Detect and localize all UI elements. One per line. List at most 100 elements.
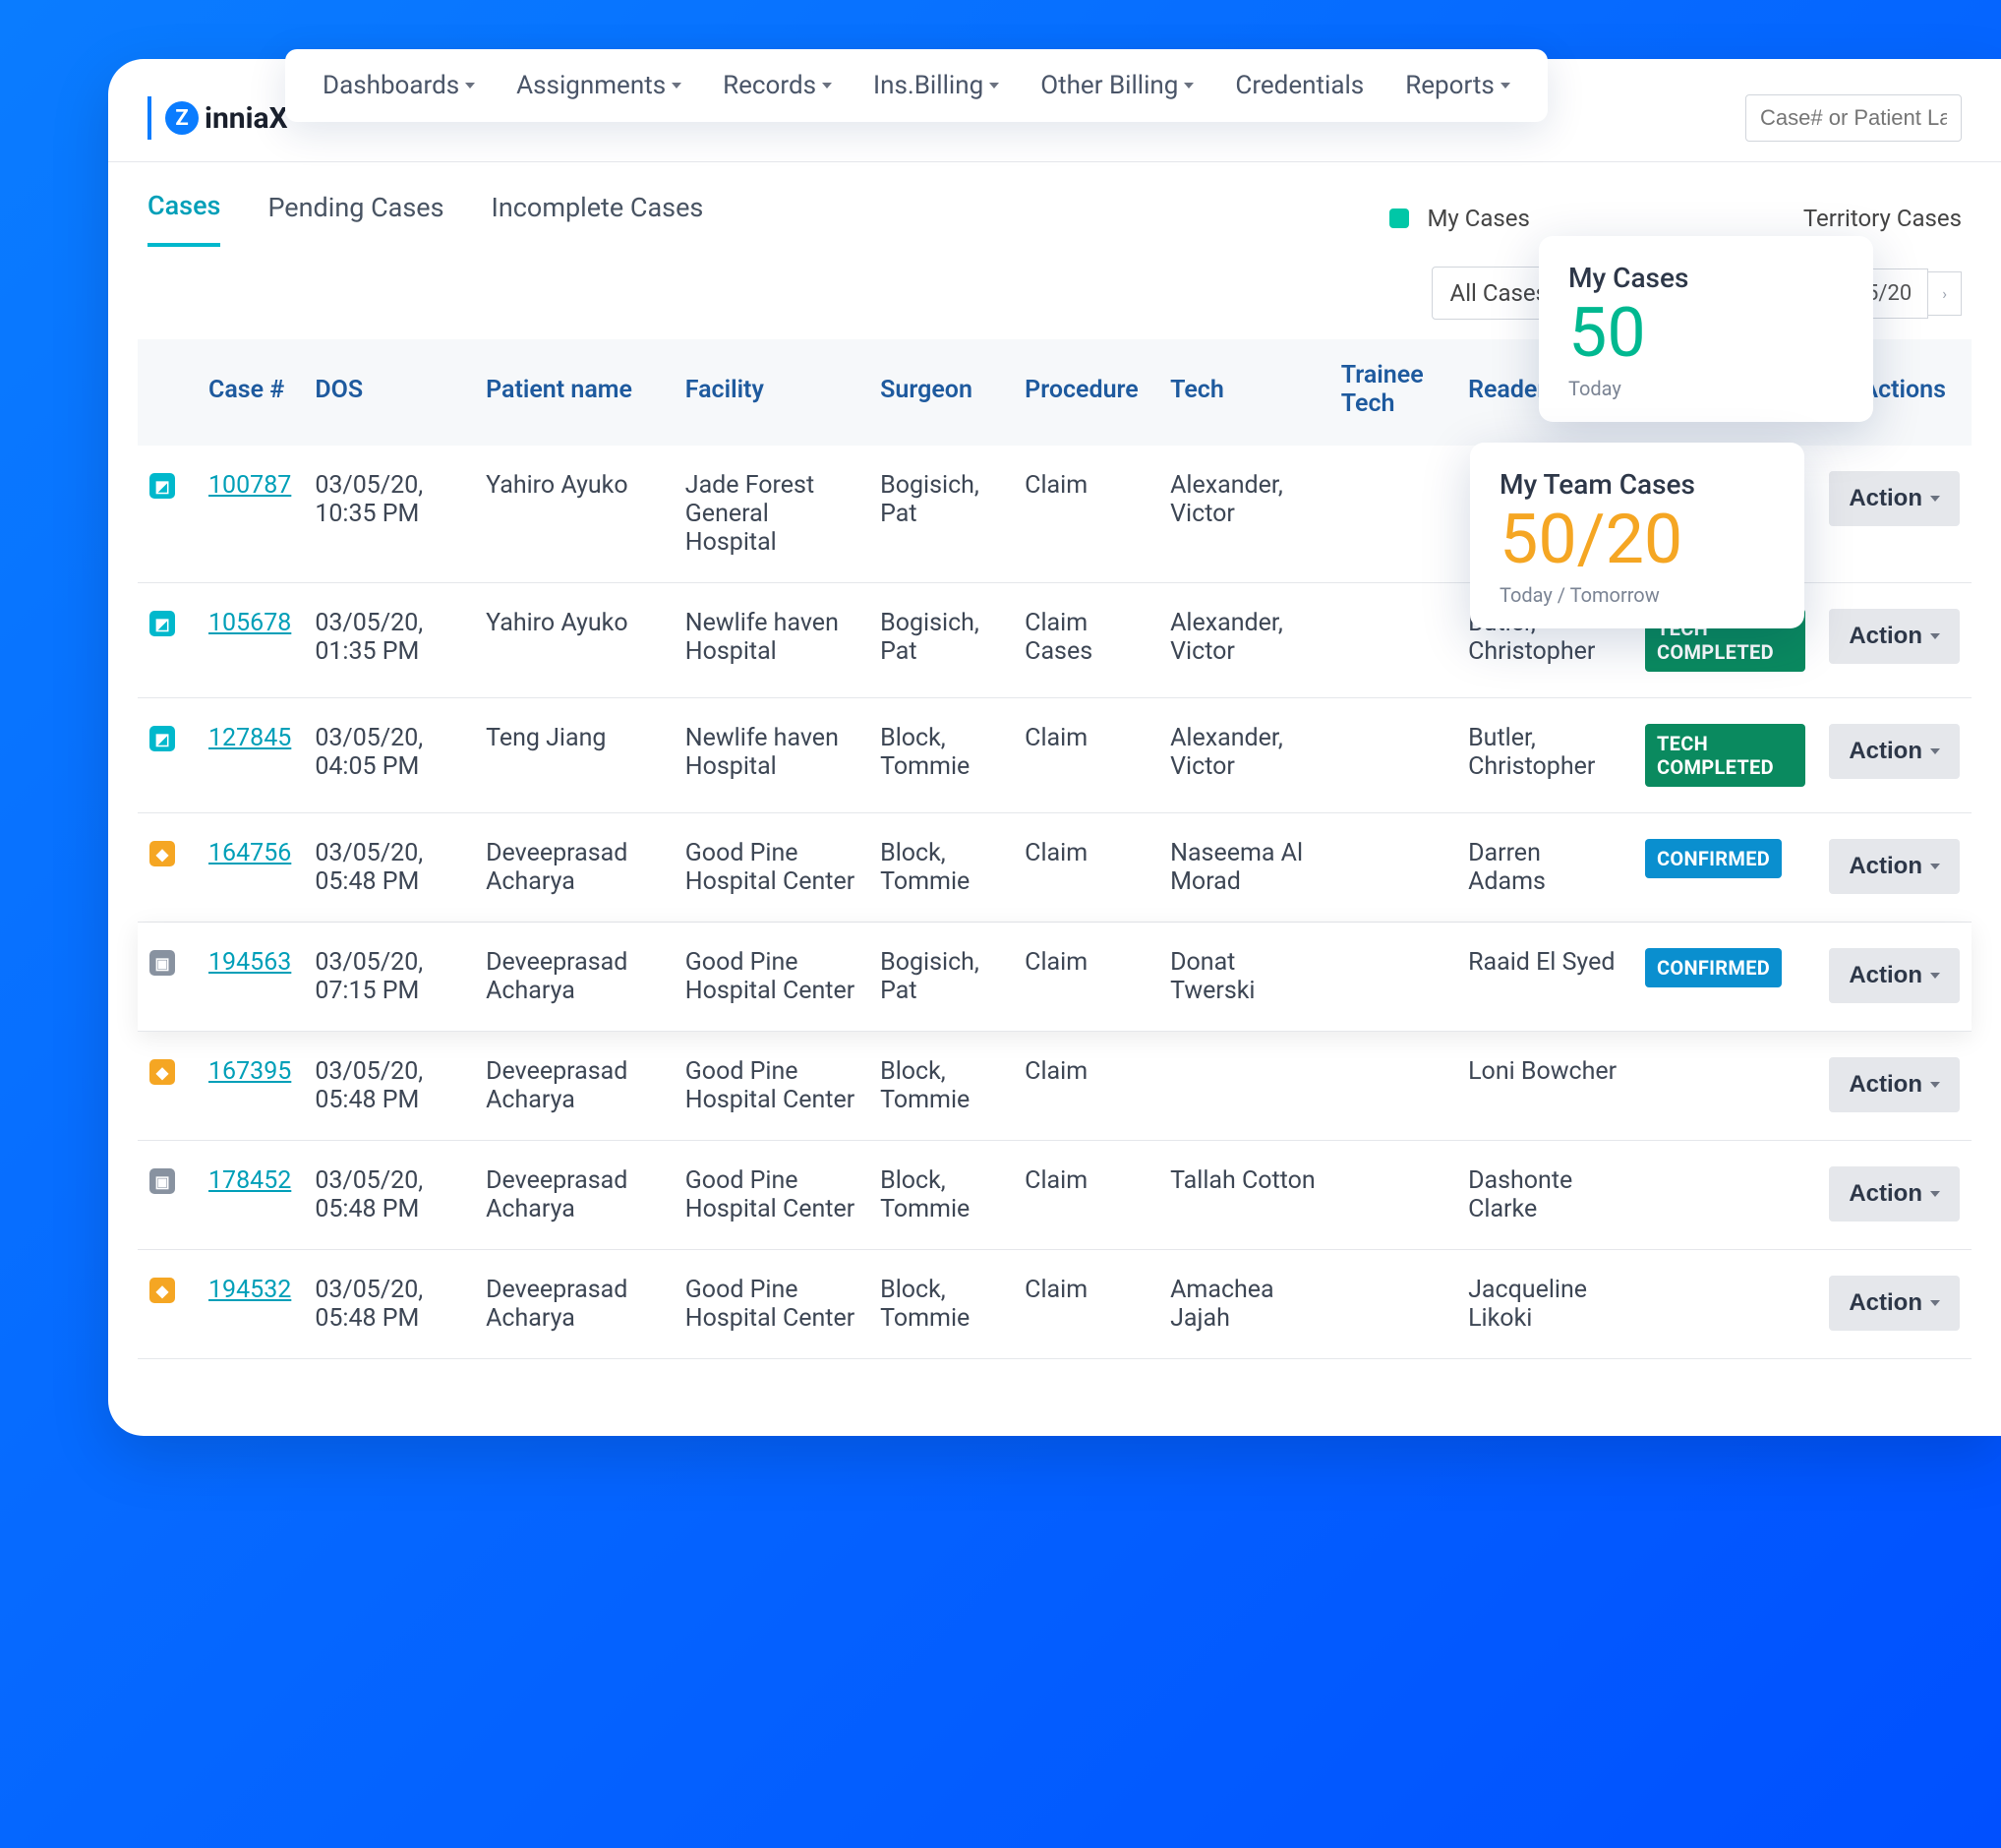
- cell-dos: 03/05/20, 05:48 PM: [303, 813, 474, 923]
- table-row: ◆19453203/05/20, 05:48 PMDeveeprasad Ach…: [138, 1250, 1972, 1359]
- case-number-link[interactable]: 100787: [208, 471, 291, 500]
- action-button[interactable]: Action: [1829, 1166, 1960, 1222]
- legend-mycases: My Cases: [1427, 205, 1529, 232]
- row-type-icon: ▣: [149, 950, 175, 976]
- cell-dos: 03/05/20, 04:05 PM: [303, 698, 474, 813]
- col-tech[interactable]: Tech: [1158, 339, 1329, 446]
- cell-facility: Good Pine Hospital Center: [674, 1250, 868, 1359]
- chevron-down-icon: [822, 83, 832, 89]
- col-trainee[interactable]: Trainee Tech: [1329, 339, 1456, 446]
- cell-procedure: Claim: [1013, 813, 1158, 923]
- col-procedure[interactable]: Procedure: [1013, 339, 1158, 446]
- cell-tech: Donat Twerski: [1158, 923, 1329, 1032]
- chevron-down-icon: [1930, 1082, 1940, 1088]
- action-button[interactable]: Action: [1829, 1276, 1960, 1331]
- case-number-link[interactable]: 127845: [208, 724, 291, 752]
- row-type-icon: ◆: [149, 841, 175, 866]
- case-number-link[interactable]: 105678: [208, 609, 291, 637]
- nav-credentials[interactable]: Credentials: [1235, 71, 1364, 100]
- cell-procedure: Claim: [1013, 1250, 1158, 1359]
- nav-records[interactable]: Records: [723, 71, 832, 100]
- cell-trainee: [1329, 583, 1456, 698]
- table-row: ▣17845203/05/20, 05:48 PMDeveeprasad Ach…: [138, 1141, 1972, 1250]
- search-input[interactable]: [1745, 94, 1962, 142]
- cell-procedure: Claim Cases: [1013, 583, 1158, 698]
- cell-tech: Alexander, Victor: [1158, 583, 1329, 698]
- my-cases-title: My Cases: [1568, 262, 1844, 294]
- action-button[interactable]: Action: [1829, 471, 1960, 526]
- all-cases-label: All Cases: [1450, 279, 1548, 307]
- nav-other-billing[interactable]: Other Billing: [1040, 71, 1194, 100]
- action-button[interactable]: Action: [1829, 948, 1960, 1003]
- my-team-value: 50/20: [1500, 505, 1775, 577]
- cell-status: CONFIRMED: [1633, 813, 1817, 923]
- cell-trainee: [1329, 813, 1456, 923]
- cell-tech: Naseema Al Morad: [1158, 813, 1329, 923]
- status-badge: CONFIRMED: [1645, 839, 1782, 878]
- case-number-link[interactable]: 167395: [208, 1057, 291, 1086]
- cell-facility: Good Pine Hospital Center: [674, 1141, 868, 1250]
- my-cases-card: My Cases 50 Today: [1539, 236, 1873, 422]
- cell-reader: Butler, Christopher: [1456, 698, 1633, 813]
- cell-tech: Alexander, Victor: [1158, 446, 1329, 583]
- cell-facility: Good Pine Hospital Center: [674, 813, 868, 923]
- nav-other-billing-label: Other Billing: [1040, 71, 1178, 100]
- cell-reader: Loni Bowcher: [1456, 1032, 1633, 1141]
- nav-reports[interactable]: Reports: [1405, 71, 1510, 100]
- col-facility[interactable]: Facility: [674, 339, 868, 446]
- col-caseno[interactable]: Case #: [197, 339, 303, 446]
- case-number-link[interactable]: 178452: [208, 1166, 291, 1195]
- tab-cases[interactable]: Cases: [147, 190, 220, 247]
- col-surgeon[interactable]: Surgeon: [868, 339, 1013, 446]
- cell-tech: Alexander, Victor: [1158, 698, 1329, 813]
- chevron-down-icon: [1184, 83, 1194, 89]
- nav-records-label: Records: [723, 71, 816, 100]
- app-window: Dashboards Assignments Records Ins.Billi…: [108, 59, 2001, 1436]
- cell-facility: Newlife haven Hospital: [674, 583, 868, 698]
- chevron-down-icon: [1930, 1191, 1940, 1197]
- tab-incomplete-cases[interactable]: Incomplete Cases: [492, 192, 704, 245]
- chevron-down-icon: [1930, 864, 1940, 869]
- cell-dos: 03/05/20, 10:35 PM: [303, 446, 474, 583]
- cell-patient: Deveeprasad Acharya: [474, 1250, 674, 1359]
- cell-surgeon: Block, Tommie: [868, 813, 1013, 923]
- action-button[interactable]: Action: [1829, 609, 1960, 664]
- tab-pending-cases[interactable]: Pending Cases: [267, 192, 443, 245]
- cell-status: CONFIRMED: [1633, 923, 1817, 1032]
- cell-patient: Deveeprasad Acharya: [474, 1141, 674, 1250]
- cell-reader: Raaid El Syed: [1456, 923, 1633, 1032]
- col-patient[interactable]: Patient name: [474, 339, 674, 446]
- nav-assignments[interactable]: Assignments: [516, 71, 681, 100]
- cell-status: TECH COMPLETED: [1633, 698, 1817, 813]
- cell-procedure: Claim: [1013, 698, 1158, 813]
- cell-facility: Jade Forest General Hospital: [674, 446, 868, 583]
- cell-dos: 03/05/20, 01:35 PM: [303, 583, 474, 698]
- col-dos[interactable]: DOS: [303, 339, 474, 446]
- row-type-icon: ▣: [149, 1168, 175, 1194]
- chevron-down-icon: [1930, 748, 1940, 754]
- nav-dashboards[interactable]: Dashboards: [323, 71, 475, 100]
- brand-name: inniaX: [205, 101, 288, 136]
- case-number-link[interactable]: 194563: [208, 948, 291, 977]
- case-number-link[interactable]: 164756: [208, 839, 291, 867]
- row-type-icon: ◩: [149, 726, 175, 751]
- table-row: ◩12784503/05/20, 04:05 PMTeng JiangNewli…: [138, 698, 1972, 813]
- cell-surgeon: Bogisich, Pat: [868, 923, 1013, 1032]
- chevron-down-icon: [989, 83, 999, 89]
- nav-ins-billing[interactable]: Ins.Billing: [873, 71, 999, 100]
- my-cases-sub: Today: [1568, 377, 1844, 400]
- cell-trainee: [1329, 446, 1456, 583]
- legend-territory: Territory Cases: [1803, 205, 1962, 232]
- cell-patient: Deveeprasad Acharya: [474, 923, 674, 1032]
- my-team-cases-card: My Team Cases 50/20 Today / Tomorrow: [1470, 443, 1804, 628]
- action-button[interactable]: Action: [1829, 724, 1960, 779]
- status-badge: CONFIRMED: [1645, 948, 1782, 987]
- case-number-link[interactable]: 194532: [208, 1276, 291, 1304]
- brand-logo[interactable]: Z inniaX: [147, 96, 288, 140]
- action-button[interactable]: Action: [1829, 1057, 1960, 1112]
- cell-trainee: [1329, 923, 1456, 1032]
- chevron-down-icon: [1930, 973, 1940, 979]
- action-button[interactable]: Action: [1829, 839, 1960, 894]
- pager-next-button[interactable]: ›: [1928, 271, 1962, 316]
- nav-reports-label: Reports: [1405, 71, 1495, 100]
